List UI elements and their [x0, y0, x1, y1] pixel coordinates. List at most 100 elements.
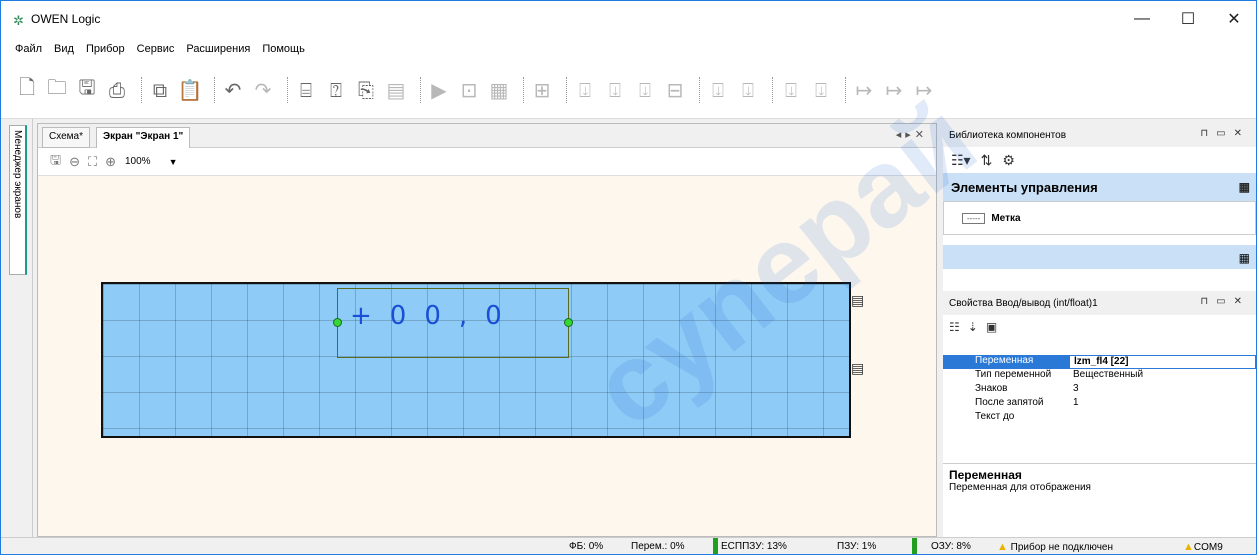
screen-manager-tab[interactable]: Менеджер экранов — [9, 125, 27, 275]
device-icon[interactable]: ⌸ — [294, 76, 318, 104]
ram-usage-bar — [912, 538, 917, 554]
add-block-icon[interactable]: ⊡ — [457, 76, 481, 104]
property-key: Знаков — [975, 383, 1008, 394]
paste-icon[interactable]: 📋 — [178, 76, 203, 104]
zoom-in-icon[interactable]: ⊕ — [105, 154, 116, 170]
library-item-label[interactable]: ----- Метка — [943, 201, 1256, 235]
menu-service[interactable]: Сервис — [137, 43, 175, 55]
resize-handle-right[interactable] — [564, 318, 573, 327]
row-menu-icon[interactable]: ▤ — [851, 360, 864, 377]
view-mode-icon[interactable]: ☷▾ — [951, 152, 971, 169]
c-port-icon[interactable]: ⊟ — [663, 76, 687, 104]
toolbar-separator — [287, 76, 288, 103]
library-category-collapsed[interactable]: ▦ — [943, 245, 1256, 269]
property-value[interactable]: Вещественный — [1069, 369, 1256, 383]
property-value[interactable]: 1 — [1069, 397, 1256, 411]
new-file-icon[interactable]: 🗋 — [15, 75, 39, 104]
zoom-fit-icon[interactable]: ⛶ — [88, 154, 97, 170]
port-status-text: COM9 — [1193, 542, 1223, 553]
n-connector-icon[interactable]: ⍗ — [706, 76, 730, 104]
library-category[interactable]: Элементы управления ▦ — [943, 173, 1256, 201]
property-value[interactable] — [1069, 411, 1256, 425]
undo-icon[interactable]: ↶ — [221, 76, 245, 104]
status-eeprom: ЕСППЗУ: 13% — [721, 541, 787, 552]
device-status: ▲ Прибор не подключен — [997, 541, 1113, 553]
zoom-value: 100% — [125, 156, 151, 167]
sort-icon[interactable]: ⇅ — [981, 152, 993, 169]
table-icon[interactable]: ▦ — [487, 76, 511, 104]
eeprom-usage-bar — [713, 538, 718, 554]
maximize-button[interactable]: ☐ — [1165, 1, 1211, 37]
toolbar-separator — [699, 76, 700, 103]
redo-icon[interactable]: ↷ — [251, 76, 275, 104]
toolbar-separator — [420, 76, 421, 103]
menu-extensions[interactable]: Расширения — [186, 43, 250, 55]
label-component-icon: ----- — [962, 212, 986, 224]
property-row[interactable]: Знаков 3 — [943, 383, 1256, 397]
library-category-label: Элементы управления — [951, 179, 1098, 195]
minimize-button[interactable]: — — [1119, 1, 1165, 37]
menu-help[interactable]: Помощь — [262, 43, 305, 55]
alphabetical-icon[interactable]: ⇣ — [968, 320, 978, 334]
screen-canvas[interactable]: +00,0 ▤ ▤ — [38, 176, 936, 536]
toolbar-separator — [772, 76, 773, 103]
tab-navigation[interactable]: ◂▸✕ — [896, 128, 928, 141]
copy-icon[interactable]: ⧉ — [148, 76, 172, 104]
warning-icon: ▲ — [1183, 541, 1194, 553]
menu-device[interactable]: Прибор — [86, 43, 125, 55]
categorized-icon[interactable]: ☷ — [949, 320, 960, 334]
property-value[interactable]: 3 — [1069, 383, 1256, 397]
save-screen-icon[interactable]: 🖫 — [50, 151, 61, 173]
panel-controls[interactable]: ⊓▭✕ — [1200, 128, 1250, 139]
property-row[interactable]: Текст до — [943, 411, 1256, 425]
c-connector-icon[interactable]: ⍗ — [633, 76, 657, 104]
n-port-icon[interactable]: ⍗ — [736, 76, 760, 104]
property-value[interactable]: lzm_fl4 [22] — [1069, 355, 1256, 369]
r-connector-icon[interactable]: ⍗ — [809, 76, 833, 104]
run-icon[interactable]: ▶ — [427, 76, 451, 104]
f-transfer-icon[interactable]: ↦ — [912, 76, 936, 104]
editor-pane: Схема* Экран "Экран 1" ◂▸✕ 🖫 ⊖ ⛶ ⊕ 100% … — [37, 123, 937, 537]
menu-file[interactable]: Файл — [15, 43, 42, 55]
close-button[interactable]: ✕ — [1211, 1, 1256, 37]
v-connector-icon[interactable]: ⍗ — [573, 76, 597, 104]
open-file-icon[interactable]: 🗀 — [45, 75, 69, 104]
left-dock-strip: Менеджер экранов — [1, 119, 33, 537]
read-icon[interactable]: ⍰ — [324, 76, 348, 104]
property-row[interactable]: После запятой 1 — [943, 397, 1256, 411]
category-icon: ▦ — [1238, 180, 1250, 194]
device-status-text: Прибор не подключен — [1010, 542, 1113, 553]
b-transfer-icon[interactable]: ↦ — [852, 76, 876, 104]
settings-icon[interactable]: ⚙ — [1002, 152, 1015, 169]
write-icon[interactable]: ⎘ — [354, 76, 378, 104]
status-bar: ФБ: 0% Перем.: 0% ЕСППЗУ: 13% ПЗУ: 1% ОЗ… — [1, 537, 1256, 554]
panel-controls[interactable]: ⊓▭✕ — [1200, 296, 1250, 307]
title-bar: ✲ OWEN Logic — ☐ ✕ — [1, 1, 1256, 37]
tab-schema[interactable]: Схема* — [42, 127, 90, 148]
library-toolbar: ☷▾ ⇅ ⚙ — [943, 147, 1256, 173]
screen-icon[interactable]: ▤ — [384, 76, 408, 104]
zoom-out-icon[interactable]: ⊖ — [69, 154, 80, 170]
screen-manager-tab-label: Менеджер экранов — [12, 130, 23, 219]
print-icon[interactable]: ⎙ — [105, 76, 129, 104]
lcd-screen-panel[interactable]: +00,0 — [101, 282, 851, 438]
toolbar-separator — [566, 76, 567, 103]
property-row[interactable]: Тип переменной Вещественный — [943, 369, 1256, 383]
port-status[interactable]: ▲COM9 — [1183, 541, 1223, 553]
io-field-value: +00,0 — [350, 301, 520, 331]
v-port-icon[interactable]: ⍗ — [603, 76, 627, 104]
io-float-field[interactable]: +00,0 — [337, 288, 569, 358]
row-menu-icon[interactable]: ▤ — [851, 292, 864, 309]
w-connector-icon[interactable]: ⍗ — [779, 76, 803, 104]
menu-view[interactable]: Вид — [54, 43, 74, 55]
text-block-icon[interactable]: ⊞ — [530, 76, 554, 104]
warning-icon: ▲ — [997, 541, 1008, 553]
property-row[interactable]: Переменная lzm_fl4 [22] — [943, 355, 1256, 369]
property-pages-icon[interactable]: ▣ — [986, 320, 997, 334]
save-icon[interactable]: 🖫 — [75, 75, 99, 104]
library-item-name: Метка — [991, 212, 1021, 224]
i-transfer-icon[interactable]: ↦ — [882, 76, 906, 104]
zoom-select[interactable]: 100% ▼ — [124, 152, 179, 172]
resize-handle-left[interactable] — [333, 318, 342, 327]
tab-screen-1[interactable]: Экран "Экран 1" — [96, 127, 191, 148]
